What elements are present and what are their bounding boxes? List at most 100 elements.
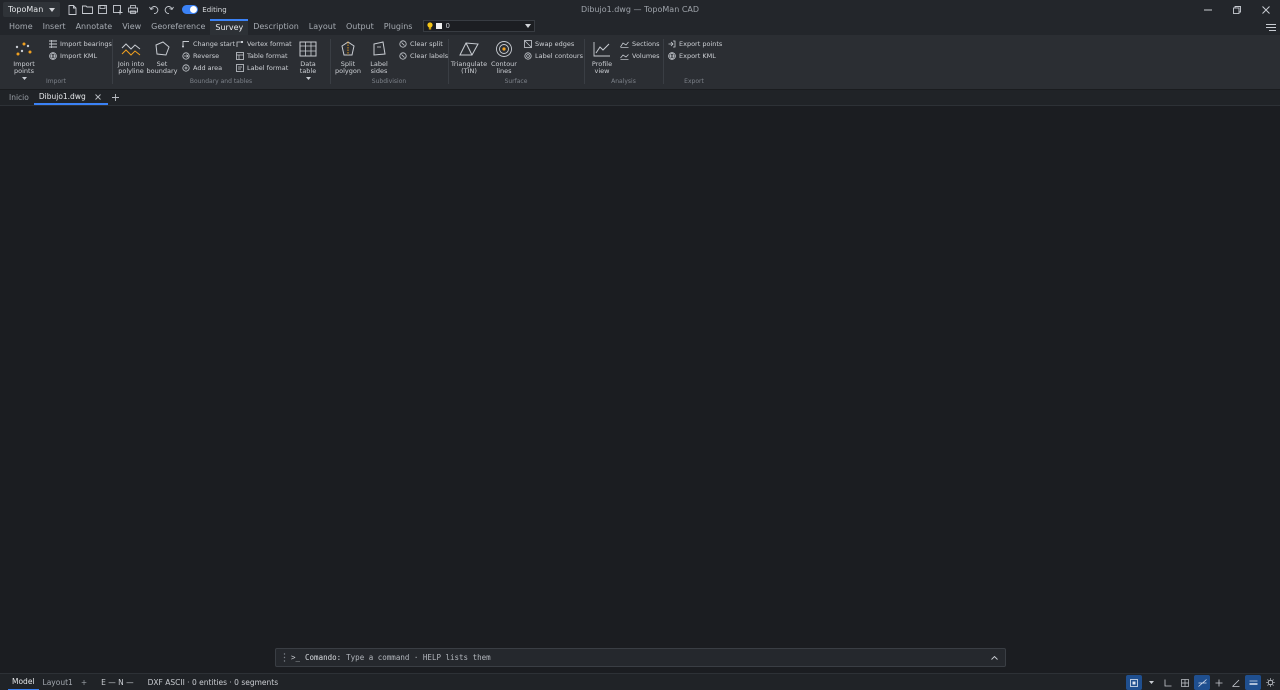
object-track-toggle[interactable] <box>1194 675 1210 690</box>
label-contours-button[interactable]: Label contours <box>523 51 583 61</box>
app-menu-label: TopoMan <box>8 5 44 14</box>
import-bearings-button[interactable]: Import bearings <box>48 39 112 49</box>
set-boundary-button[interactable]: Set boundary <box>145 38 179 75</box>
export-kml-button[interactable]: Export KML <box>667 51 716 61</box>
swap-edges-button[interactable]: Swap edges <box>523 39 574 49</box>
print-icon[interactable] <box>125 2 140 17</box>
settings-button[interactable] <box>1262 675 1278 690</box>
triangulate-tin-label: Triangulate (TIN) <box>450 60 488 75</box>
new-tab-button[interactable] <box>108 90 124 105</box>
group-label-export: Export <box>684 78 704 85</box>
add-area-button[interactable]: Add area <box>181 63 222 73</box>
triangulate-tin-button[interactable]: Triangulate (TIN) <box>450 38 488 75</box>
layout-tab-model[interactable]: Model <box>8 674 39 690</box>
label-format-button[interactable]: Label format <box>235 63 288 73</box>
window-controls <box>1193 0 1280 19</box>
change-start-button[interactable]: Change start <box>181 39 235 49</box>
close-button[interactable] <box>1251 0 1280 19</box>
ortho-toggle[interactable] <box>1160 675 1176 690</box>
snap-grid-icon <box>1130 678 1138 687</box>
dynamic-input-toggle[interactable] <box>1211 675 1227 690</box>
tab-home[interactable]: Home <box>4 19 38 35</box>
command-input[interactable] <box>346 653 984 662</box>
undo-icon[interactable] <box>146 2 161 17</box>
label-sides-button[interactable]: Label sides <box>362 38 396 75</box>
save-all-icon[interactable] <box>110 2 125 17</box>
tab-view[interactable]: View <box>117 19 146 35</box>
boundary-polygon-icon <box>155 41 170 56</box>
doc-tab-dibujo1[interactable]: Dibujo1.dwg <box>33 90 108 105</box>
tab-plugins[interactable]: Plugins <box>379 19 418 35</box>
volumes-button[interactable]: Volumes <box>620 51 660 61</box>
doc-tab-label: Dibujo1.dwg <box>38 91 86 101</box>
import-points-button[interactable]: Import points <box>6 38 42 80</box>
doc-tab-inicio[interactable]: Inicio <box>4 90 34 105</box>
close-tab-button[interactable] <box>94 92 103 101</box>
layout-tab-layout1[interactable]: Layout1 <box>39 674 77 690</box>
minimize-button[interactable] <box>1193 0 1222 19</box>
export-kml-label: Export KML <box>679 52 716 60</box>
contour-lines-button[interactable]: Contour lines <box>487 38 521 75</box>
table-format-button[interactable]: Table format <box>235 51 288 61</box>
tab-output[interactable]: Output <box>341 19 379 35</box>
clear-split-button[interactable]: Clear split <box>398 39 443 49</box>
editing-toggle[interactable]: Editing <box>182 5 227 14</box>
group-label-surface: Surface <box>504 78 528 85</box>
join-into-polyline-label: Join into polyline <box>117 60 145 75</box>
label-sides-label: Label sides <box>370 60 388 75</box>
close-icon <box>95 93 102 100</box>
tab-insert[interactable]: Insert <box>38 19 71 35</box>
save-icon[interactable] <box>95 2 110 17</box>
snap-options-dropdown[interactable] <box>1143 675 1159 690</box>
lineweight-toggle[interactable] <box>1245 675 1261 690</box>
snap-toggle[interactable] <box>1126 675 1142 690</box>
tab-layout[interactable]: Layout <box>304 19 341 35</box>
group-label-analysis: Analysis <box>611 78 636 85</box>
drag-handle-icon[interactable] <box>282 653 286 662</box>
new-file-icon[interactable] <box>65 2 80 17</box>
profile-view-button[interactable]: Profile view <box>585 38 619 75</box>
data-table-button[interactable]: Data table <box>291 38 325 80</box>
drawing-canvas[interactable] <box>0 107 1280 673</box>
data-table-label: Data table <box>299 60 317 75</box>
join-into-polyline-button[interactable]: Join into polyline <box>114 38 148 75</box>
layer-dropdown[interactable]: 0 <box>423 20 536 32</box>
open-folder-icon[interactable] <box>80 2 95 17</box>
split-polygon-label: Split polygon <box>335 60 361 75</box>
doc-tab-label: Inicio <box>9 92 29 102</box>
table-list-icon <box>48 40 57 48</box>
sections-button[interactable]: Sections <box>620 39 660 49</box>
polyline-icon <box>121 43 141 56</box>
data-table-icon <box>299 41 317 57</box>
chevron-down-icon <box>1148 681 1154 684</box>
vertex-format-button[interactable]: Vertex format <box>235 39 292 49</box>
restore-icon <box>1232 5 1241 14</box>
polar-toggle[interactable] <box>1228 675 1244 690</box>
expand-history-button[interactable] <box>989 653 999 663</box>
volume-icon <box>620 53 629 60</box>
gear-icon <box>1265 678 1275 687</box>
app-menu-button[interactable]: TopoMan <box>3 2 61 17</box>
tab-georeference[interactable]: Georeference <box>146 19 210 35</box>
import-kml-button[interactable]: Import KML <box>48 51 97 61</box>
tab-description[interactable]: Description <box>248 19 304 35</box>
contour-icon <box>496 41 512 57</box>
grid-toggle[interactable] <box>1177 675 1193 690</box>
add-layout-button[interactable]: + <box>81 678 87 687</box>
redo-icon[interactable] <box>161 2 176 17</box>
reverse-icon <box>181 52 190 60</box>
globe-icon <box>667 52 676 60</box>
lightbulb-icon <box>427 22 434 30</box>
reverse-button[interactable]: Reverse <box>181 51 219 61</box>
ribbon-tab-bar: Home Insert Annotate View Georeference S… <box>0 19 1280 35</box>
tab-annotate[interactable]: Annotate <box>71 19 118 35</box>
restore-button[interactable] <box>1222 0 1251 19</box>
ribbon-options-button[interactable] <box>1265 21 1277 33</box>
contour-label-icon <box>523 52 532 60</box>
export-points-button[interactable]: Export points <box>667 39 722 49</box>
split-polygon-button[interactable]: Split polygon <box>331 38 365 75</box>
clear-labels-button[interactable]: Clear labels <box>398 51 448 61</box>
import-points-label: Import points <box>13 60 35 75</box>
toggle-switch[interactable] <box>182 5 199 14</box>
tab-survey[interactable]: Survey <box>210 19 249 35</box>
